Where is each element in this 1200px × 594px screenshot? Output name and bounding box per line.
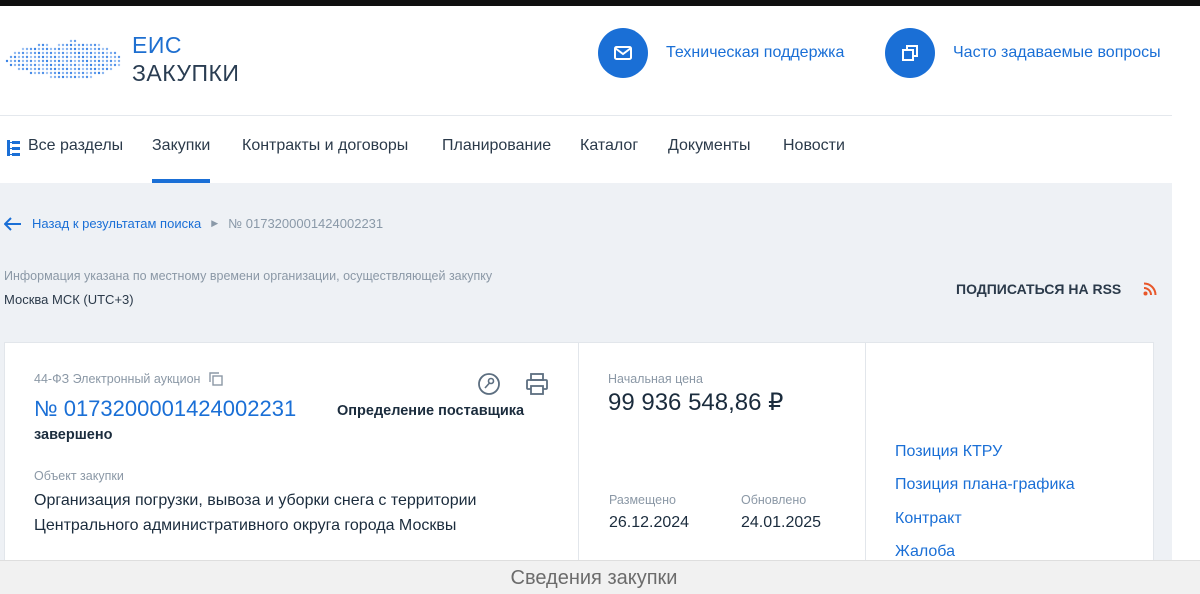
price-label: Начальная цена (608, 372, 703, 386)
rss-subscribe-button[interactable]: ПОДПИСАТЬСЯ НА RSS (956, 281, 1157, 297)
object-text: Организация погрузки, вывоза и уборки сн… (34, 492, 477, 534)
back-to-results-link[interactable]: Назад к результатам поиска (32, 216, 201, 231)
key-icon[interactable] (477, 372, 501, 396)
object-label: Объект закупки (34, 469, 124, 483)
nav-all-sections-label: Все разделы (28, 137, 124, 154)
complaint-link[interactable]: Жалоба (895, 543, 955, 561)
breadcrumb-current: № 0173200001424002231 (228, 216, 384, 231)
law-type-label: 44-ФЗ Электронный аукцион (34, 372, 201, 386)
support-link[interactable]: Техническая поддержка (598, 28, 844, 78)
breadcrumb-separator-icon: ▶ (211, 218, 219, 228)
contract-link[interactable]: Контракт (895, 510, 962, 528)
rss-icon (1143, 282, 1157, 296)
nav-item-contracts[interactable]: Контракты и договоры (242, 137, 408, 183)
published-date: 26.12.2024 (609, 514, 690, 531)
caption-text: Сведения закупки (510, 567, 678, 589)
initial-price: 99 936 548,86 ₽ (608, 389, 784, 416)
faq-link-label: Часто задаваемые вопросы (953, 44, 1161, 61)
right-edge (1172, 6, 1200, 594)
card-divider (865, 342, 866, 572)
support-link-label: Техническая поддержка (666, 44, 845, 61)
print-icon[interactable] (525, 372, 549, 396)
copy-icon[interactable] (209, 372, 224, 386)
nav-all-sections[interactable]: Все разделы (6, 137, 123, 183)
nav-item-purchases[interactable]: Закупки (152, 137, 211, 183)
arrow-left-icon[interactable] (4, 216, 22, 231)
main-nav: Все разделы Закупки Контракты и договоры… (0, 117, 1172, 183)
nav-item-planning[interactable]: Планирование (442, 137, 551, 183)
sections-icon (7, 140, 20, 156)
card-divider (578, 342, 579, 572)
updated-label: Обновлено (741, 493, 807, 507)
site-header: ЕИС ЗАКУПКИ Техническая поддержка Часто … (0, 6, 1172, 116)
caption-bar: Сведения закупки (0, 560, 1200, 594)
logo-line1: ЕИС (132, 32, 182, 58)
faq-link[interactable]: Часто задаваемые вопросы (885, 28, 1161, 78)
nav-item-catalog[interactable]: Каталог (580, 137, 638, 183)
nav-item-news[interactable]: Новости (783, 137, 845, 183)
purchase-number[interactable]: № 0173200001424002231 (34, 396, 296, 422)
nav-item-documents[interactable]: Документы (668, 137, 750, 183)
updated-date: 24.01.2025 (741, 514, 822, 531)
plan-schedule-link[interactable]: Позиция плана-графика (895, 476, 1075, 494)
breadcrumb: Назад к результатам поиска ▶ № 017320000… (4, 216, 383, 231)
rss-label: ПОДПИСАТЬСЯ НА RSS (956, 281, 1122, 297)
timezone-info: Информация указана по местному времени о… (4, 269, 493, 283)
law-type: 44-ФЗ Электронный аукцион (34, 372, 224, 386)
ktru-link[interactable]: Позиция КТРУ (895, 443, 1002, 461)
logo-line2: ЗАКУПКИ (132, 60, 240, 86)
mail-icon (598, 28, 648, 78)
purchase-status: Определение поставщика (337, 403, 525, 419)
logo-text[interactable]: ЕИС ЗАКУПКИ (132, 31, 239, 87)
purchase-status-cont: завершено (34, 427, 113, 443)
windows-icon (885, 28, 935, 78)
published-label: Размещено (609, 493, 676, 507)
timezone-value: Москва МСК (UTC+3) (4, 292, 134, 307)
